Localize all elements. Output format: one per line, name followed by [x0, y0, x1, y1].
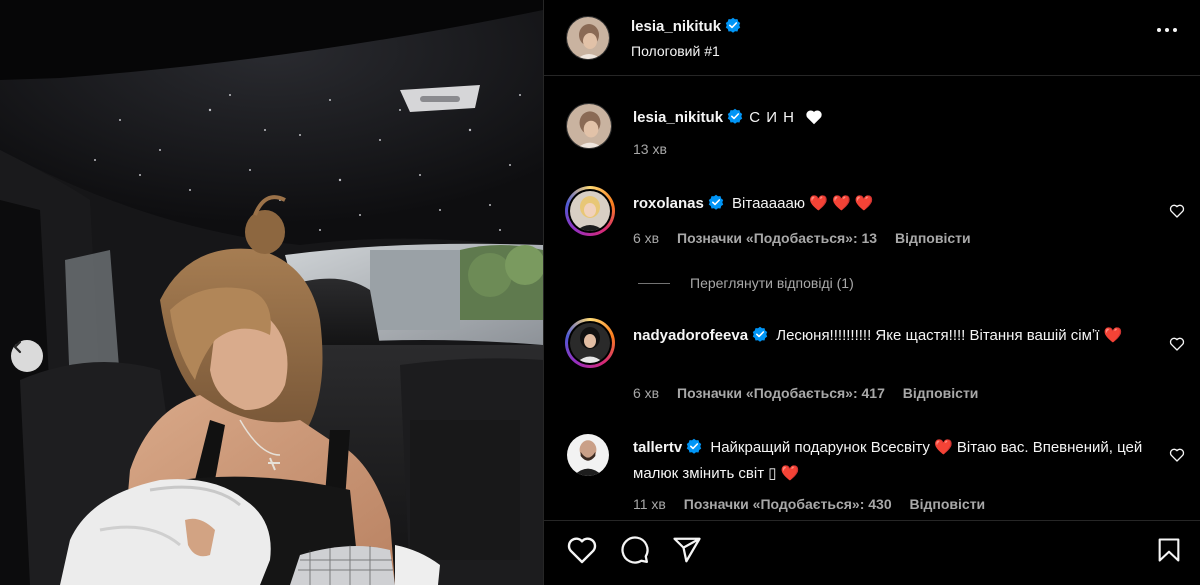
- comment-item: nadyadorofeeva Лесюня!!!!!!!!!! Яке щаст…: [544, 318, 1200, 408]
- view-replies-label: Переглянути відповіді (1): [690, 275, 854, 291]
- verified-badge-icon: [686, 438, 702, 462]
- comment-text: Лесюня!!!!!!!!!! Яке щастя!!!! Вітання в…: [776, 327, 1100, 344]
- comment-body: roxolanas Вітаааааю ❤️ ❤️ ❤️: [633, 192, 1153, 218]
- white-heart-icon: [805, 109, 823, 129]
- comment-like-button[interactable]: [1169, 336, 1185, 357]
- comment-meta: 11 хв Позначки «Подобається»: 430 Відпов…: [633, 496, 999, 512]
- comment-body: nadyadorofeeva Лесюня!!!!!!!!!! Яке щаст…: [633, 324, 1153, 350]
- comment-likes[interactable]: Позначки «Подобається»: 13: [677, 230, 877, 246]
- comment-likes[interactable]: Позначки «Подобається»: 417: [677, 385, 885, 401]
- post-photo: [0, 0, 543, 585]
- comment-item: tallertv Найкращий подарунок Всесвіту ❤️…: [544, 432, 1200, 517]
- comment-like-button[interactable]: [1169, 203, 1185, 224]
- comment-button[interactable]: [620, 535, 650, 570]
- comment-text: Найкращий подарунок Всесвіту: [710, 439, 930, 456]
- comment-emoji: ❤️: [934, 439, 953, 456]
- more-horizontal-icon: [1157, 28, 1161, 32]
- comment-item: roxolanas Вітаааааю ❤️ ❤️ ❤️ 6 хв Познач…: [544, 186, 1200, 256]
- author-username[interactable]: lesia_nikituk: [631, 18, 721, 35]
- caption-timestamp: 13 хв: [633, 141, 667, 157]
- reply-button[interactable]: Відповісти: [910, 496, 986, 512]
- more-dot: [1173, 28, 1177, 32]
- comment-like-button[interactable]: [1169, 447, 1185, 468]
- share-icon: [673, 537, 701, 563]
- comment-time: 6 хв: [633, 230, 660, 246]
- post-actions-bar: [544, 520, 1200, 585]
- verified-badge-icon: [725, 17, 741, 38]
- commenter-username[interactable]: nadyadorofeeva: [633, 327, 748, 344]
- comment-emoji: ❤️ ❤️ ❤️: [809, 195, 874, 212]
- carousel-prev-button[interactable]: [11, 340, 43, 372]
- caption-username[interactable]: lesia_nikituk: [633, 109, 723, 126]
- verified-badge-icon: [752, 326, 768, 350]
- caption: lesia_nikituk С И Н: [633, 108, 823, 129]
- caption-author-avatar[interactable]: [566, 103, 612, 149]
- chevron-left-icon: [13, 340, 22, 354]
- heart-icon: [567, 537, 597, 564]
- post-media[interactable]: [0, 0, 543, 585]
- comment-time: 6 хв: [633, 385, 660, 401]
- commenter-avatar[interactable]: [567, 434, 609, 476]
- view-replies-button[interactable]: Переглянути відповіді (1): [638, 275, 854, 291]
- heart-icon: [1169, 337, 1185, 351]
- post-side-panel: lesia_nikituk Пологовий #1 lesia_nikituk…: [543, 0, 1200, 585]
- bookmark-icon: [1158, 538, 1180, 562]
- post-location[interactable]: Пологовий #1: [631, 43, 720, 59]
- commenter-avatar[interactable]: [565, 318, 615, 368]
- author-line: lesia_nikituk: [631, 17, 741, 38]
- verified-badge-icon: [727, 108, 743, 128]
- replies-divider: [638, 282, 670, 284]
- comment-icon: [621, 536, 649, 564]
- heart-icon: [1169, 204, 1185, 218]
- save-button[interactable]: [1155, 535, 1183, 570]
- comment-meta: 6 хв Позначки «Подобається»: 417 Відпові…: [633, 385, 992, 401]
- post-header: lesia_nikituk Пологовий #1: [544, 0, 1200, 76]
- share-button[interactable]: [672, 535, 702, 570]
- reply-button[interactable]: Відповісти: [903, 385, 979, 401]
- caption-text: С И Н: [749, 109, 795, 126]
- comment-text: Вітаааааю: [732, 195, 806, 212]
- more-options-button[interactable]: [1157, 28, 1177, 32]
- commenter-avatar[interactable]: [565, 186, 615, 236]
- commenter-username[interactable]: roxolanas: [633, 195, 704, 212]
- author-avatar[interactable]: [566, 16, 610, 60]
- comment-emoji: ❤️: [780, 465, 800, 482]
- comment-meta: 6 хв Позначки «Подобається»: 13 Відповіс…: [633, 230, 985, 246]
- verified-badge-icon: [708, 194, 724, 218]
- comment-body: tallertv Найкращий подарунок Всесвіту ❤️…: [633, 436, 1153, 486]
- like-button[interactable]: [566, 535, 598, 570]
- comment-likes[interactable]: Позначки «Подобається»: 430: [684, 496, 892, 512]
- commenter-username[interactable]: tallertv: [633, 439, 682, 456]
- more-dot: [1165, 28, 1169, 32]
- comment-emoji: ❤️: [1103, 327, 1123, 344]
- heart-icon: [1169, 448, 1185, 462]
- reply-button[interactable]: Відповісти: [895, 230, 971, 246]
- comment-time: 11 хв: [633, 496, 666, 512]
- unsupported-glyph: ▯: [768, 465, 777, 482]
